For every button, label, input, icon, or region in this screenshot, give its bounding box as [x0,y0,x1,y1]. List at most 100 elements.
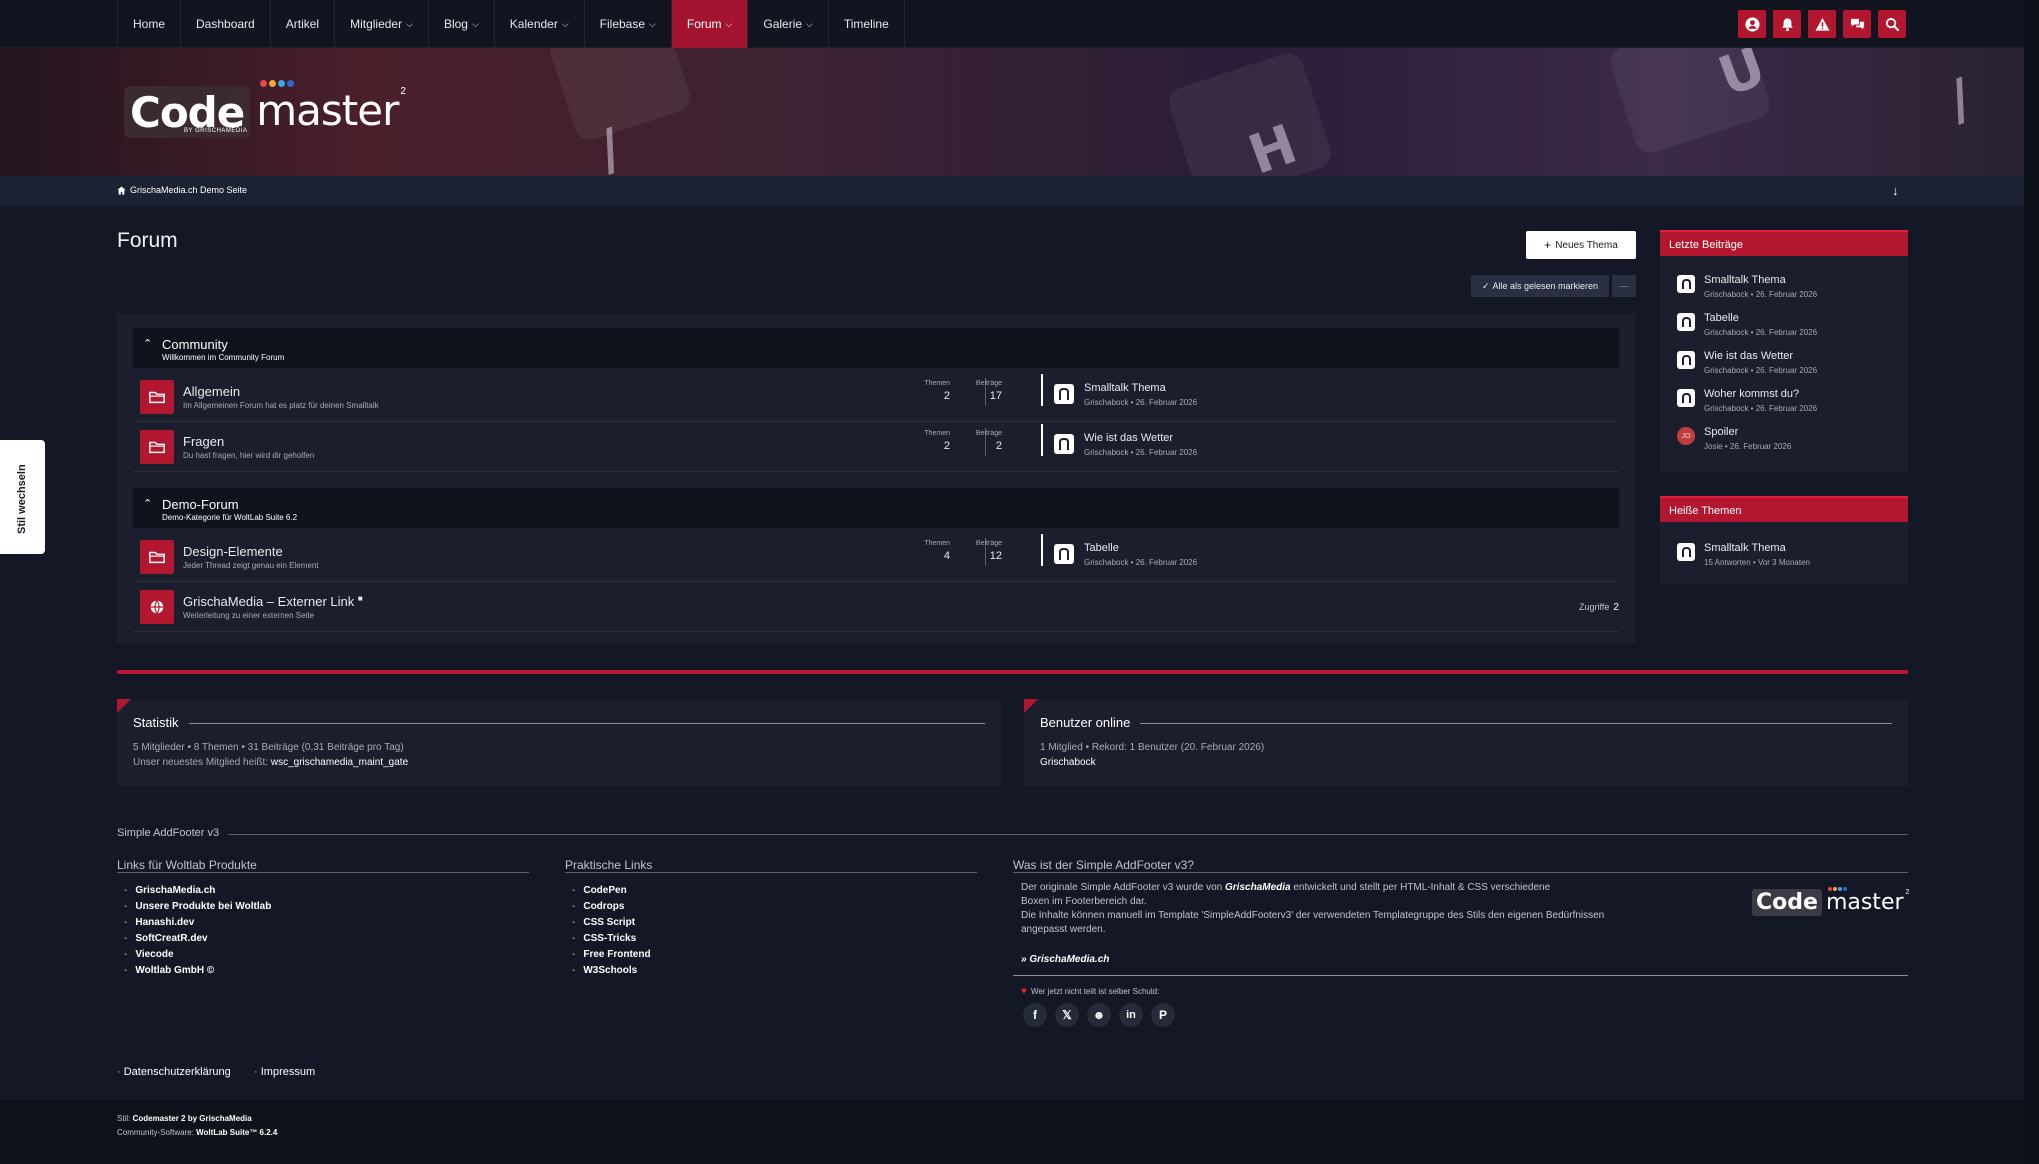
board-description: Im Allgemeinen Forum hat es platz für de… [183,401,379,410]
post-title[interactable]: Spoiler [1704,426,1738,438]
footer-link[interactable]: GrischaMedia.ch [124,882,271,898]
collapse-chevron-icon[interactable]: ⌃ [143,337,152,350]
collapse-chevron-icon[interactable]: ⌃ [143,497,152,510]
board-row-fragen[interactable]: Fragen Du hast fragen, hier wird dir geh… [133,422,1619,472]
software-credit-link[interactable]: WoltLab Suite™ 6.2.4 [196,1128,277,1137]
last-post-title[interactable]: Smalltalk Thema [1084,382,1166,394]
external-link-icon: ■ [357,594,363,603]
avatar [1054,384,1074,404]
post-title[interactable]: Wie ist das Wetter [1704,350,1793,362]
more-options-button[interactable]: ··· [1612,275,1636,297]
category-title[interactable]: Community [162,337,228,352]
nav-dashboard[interactable]: Dashboard [180,0,270,48]
board-title[interactable]: Fragen [183,434,224,449]
logo-master-text: master [256,80,399,135]
page-scrollbar[interactable] [2024,0,2039,1164]
linkedin-icon[interactable]: in [1119,1003,1143,1027]
last-post-title[interactable]: Wie ist das Wetter [1084,432,1173,444]
search-button[interactable] [1878,10,1906,38]
mark-all-read-button[interactable]: ✓ Alle als gelesen markieren [1471,275,1609,297]
users-online-summary: 1 Mitglied • Rekord: 1 Benutzer (20. Feb… [1040,742,1265,753]
footer-logo-code: Code [1752,889,1822,916]
globe-icon [140,590,174,624]
plus-icon: + [1544,238,1552,252]
bell-icon [1781,17,1793,31]
board-title[interactable]: GrischaMedia – Externer Link ■ [183,594,363,609]
footer-link[interactable]: CodePen [572,882,651,898]
user-menu-button[interactable] [1738,10,1766,38]
privacy-link[interactable]: Datenschutzerklärung [117,1066,231,1078]
style-credit-link[interactable]: Codemaster 2 by GrischaMedia [133,1114,252,1123]
footer-link[interactable]: SoftCreatR.dev [124,930,271,946]
pinterest-icon[interactable]: P [1151,1003,1175,1027]
nav-forum[interactable]: Forum ⌵ [670,0,748,48]
site-logo[interactable]: Code master 2 BY GRISCHAMEDIA [124,80,406,138]
nav-timeline-label: Timeline [843,17,889,31]
board-title[interactable]: Design-Elemente [183,544,283,559]
reddit-icon[interactable]: ☻ [1087,1003,1111,1027]
folder-icon [140,540,174,574]
post-title[interactable]: Tabelle [1704,312,1739,324]
x-icon[interactable]: 𝕏 [1055,1003,1079,1027]
footer-link[interactable]: W3Schools [572,962,651,978]
check-icon: ✓ [1481,280,1490,291]
software-credit: Community-Software: WoltLab Suite™ 6.2.4 [117,1128,278,1137]
category-header-demo-forum[interactable]: ⌃ Demo-Forum Demo-Kategorie für WoltLab … [133,488,1619,528]
nav-artikel[interactable]: Artikel [269,0,334,48]
nav-filebase[interactable]: Filebase ⌵ [583,0,671,48]
board-row-design-elemente[interactable]: Design-Elemente Jeder Thread zeigt genau… [133,532,1619,582]
post-meta: Grischabock • 26. Februar 2026 [1704,366,1818,375]
footer-link[interactable]: CSS-Tricks [572,930,651,946]
post-title[interactable]: Smalltalk Thema [1704,274,1786,286]
avatar [1677,275,1695,293]
style-switch-button[interactable]: Stil wechseln [0,440,45,554]
share-text: Wer jetzt nicht teilt ist selber Schuld: [1030,987,1160,996]
category-header-community[interactable]: ⌃ Community Willkommen im Community Foru… [133,328,1619,368]
posts-stat: Beiträge 17 [975,380,1002,402]
nav-kalender[interactable]: Kalender ⌵ [493,0,584,48]
imprint-link[interactable]: Impressum [254,1066,315,1078]
heart-icon: ♥ [1021,986,1027,997]
nav-blog-label: Blog [443,17,468,31]
nav-forum-label: Forum [686,17,722,31]
board-row-external-link[interactable]: GrischaMedia – Externer Link ■ Weiterlei… [133,582,1619,632]
posts-stat: Beiträge 2 [975,430,1002,452]
statistics-title: Statistik [133,715,179,730]
nav-mitglieder[interactable]: Mitglieder ⌵ [334,0,428,48]
last-post-title[interactable]: Tabelle [1084,542,1119,554]
breadcrumb[interactable]: GrischaMedia.ch Demo Seite [117,185,247,195]
scroll-down-icon[interactable]: ↓ [1892,183,1899,198]
board-row-allgemein[interactable]: Allgemein Im Allgemeinen Forum hat es pl… [133,372,1619,422]
nav-blog[interactable]: Blog ⌵ [427,0,494,48]
post-title[interactable]: Woher kommst du? [1704,388,1799,400]
conversations-button[interactable] [1843,10,1871,38]
nav-galerie[interactable]: Galerie ⌵ [747,0,828,48]
grischamedia-site-link[interactable]: » GrischaMedia.ch [1021,954,1109,965]
nav-home[interactable]: Home [117,0,180,48]
warning-icon [1814,17,1830,31]
footer-link[interactable]: Woltlab GmbH © [124,962,271,978]
search-icon [1885,17,1899,31]
category-title[interactable]: Demo-Forum [162,497,239,512]
nav-timeline[interactable]: Timeline [827,0,905,48]
footer-link[interactable]: CSS Script [572,914,651,930]
moderation-button[interactable] [1808,10,1836,38]
footer-link[interactable]: Viecode [124,946,271,962]
breadcrumb-label: GrischaMedia.ch Demo Seite [130,185,248,195]
facebook-icon[interactable]: f [1023,1003,1047,1027]
footer-link[interactable]: Hanashi.dev [124,914,271,930]
topic-title[interactable]: Smalltalk Thema [1704,542,1786,554]
footer-link[interactable]: Codrops [572,898,651,914]
online-user-link[interactable]: Grischabock [1040,757,1096,768]
social-share-buttons: f 𝕏 ☻ in P [1023,1003,1175,1027]
post-meta: Grischabock • 26. Februar 2026 [1704,290,1818,299]
notifications-button[interactable] [1773,10,1801,38]
nav-home-label: Home [133,17,166,31]
users-online-title: Benutzer online [1040,715,1131,730]
grischamedia-link[interactable]: GrischaMedia [1225,882,1291,893]
board-title[interactable]: Allgemein [183,384,240,399]
footer-link[interactable]: Free Frontend [572,946,650,962]
newest-member-link[interactable]: wsc_grischamedia_maint_gate [271,757,408,768]
new-thread-button[interactable]: + Neues Thema [1526,231,1636,259]
footer-link[interactable]: Unsere Produkte bei Woltlab [124,898,271,914]
